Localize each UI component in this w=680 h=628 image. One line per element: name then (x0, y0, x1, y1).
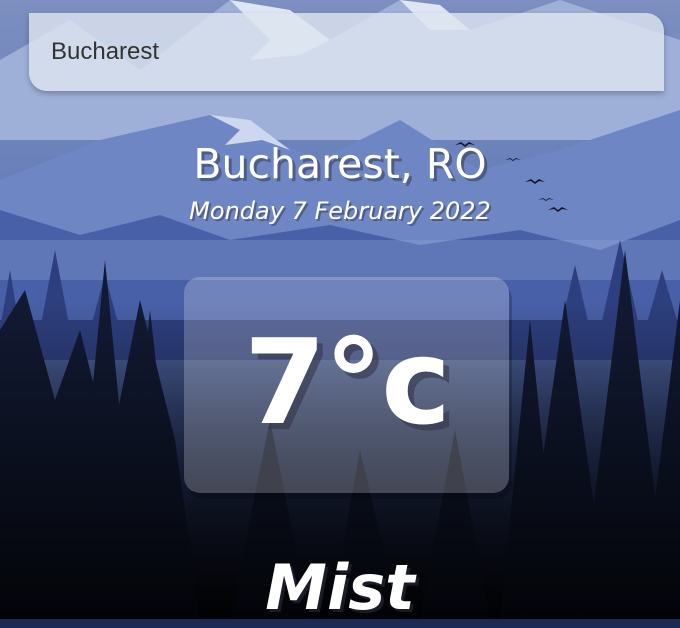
search-box[interactable] (29, 13, 664, 91)
location-title: Bucharest, RO (193, 140, 487, 188)
weather-condition: Mist (265, 551, 415, 624)
temperature-card: 7°c (184, 277, 509, 493)
date-label: Monday 7 February 2022 (189, 197, 491, 225)
search-input[interactable] (29, 13, 664, 91)
temperature-value: 7°c (243, 313, 451, 451)
